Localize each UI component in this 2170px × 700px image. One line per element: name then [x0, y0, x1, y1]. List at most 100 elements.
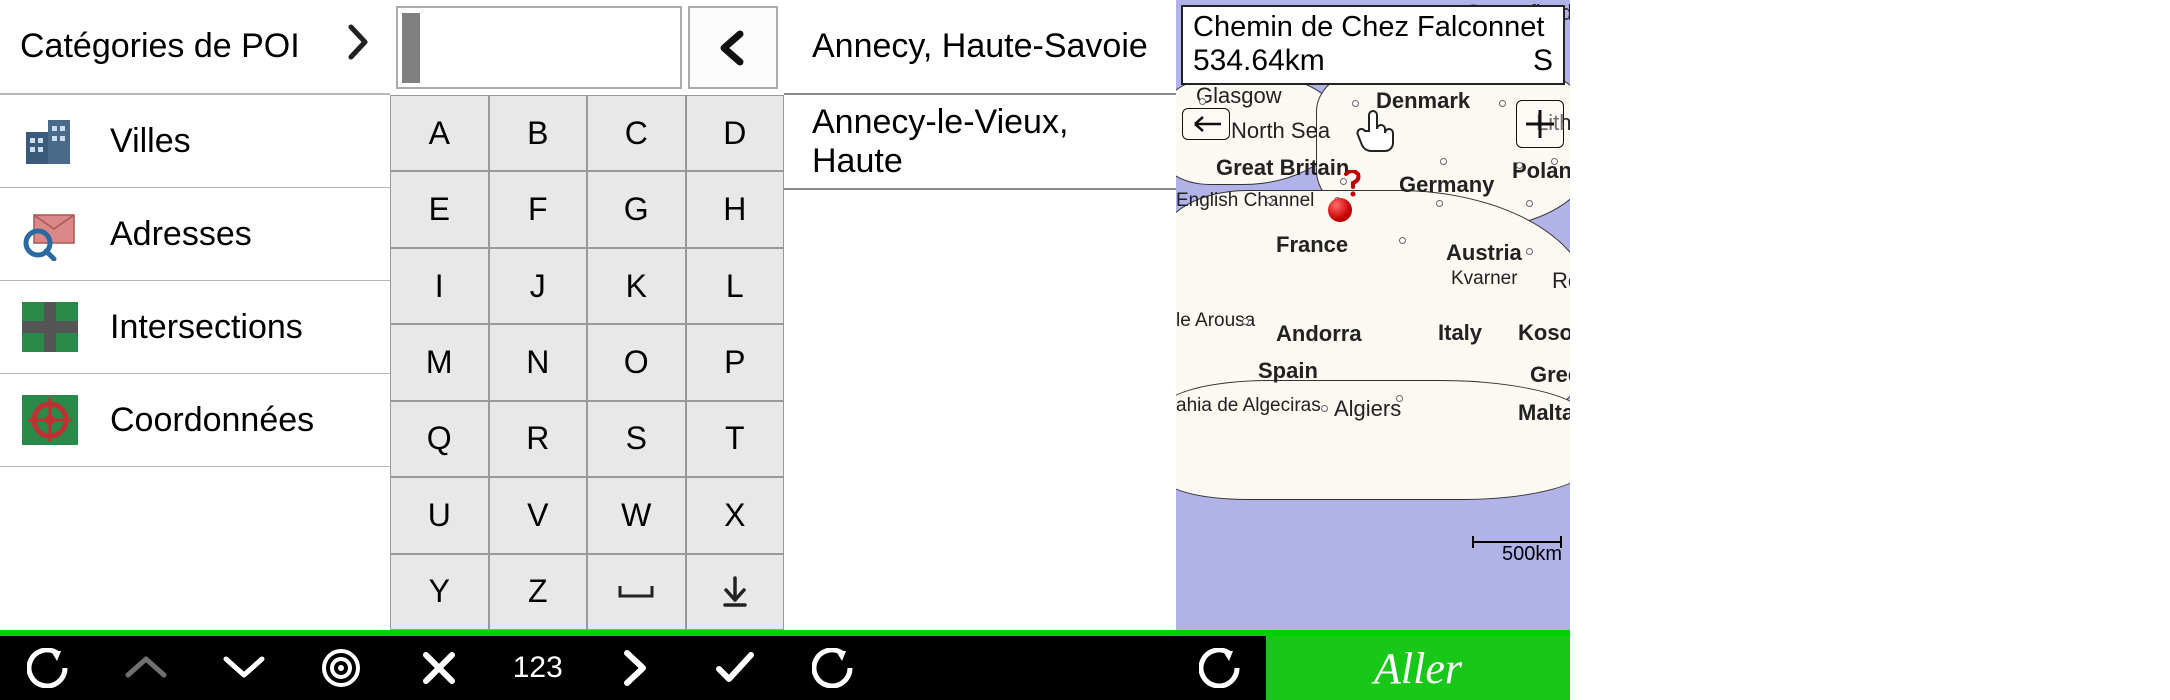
map-label: Gree: [1530, 362, 1570, 388]
key-J[interactable]: J: [489, 248, 588, 324]
destination-name: Chemin de Chez Falconnet: [1193, 11, 1553, 44]
key-E[interactable]: E: [390, 171, 489, 247]
pan-left-button[interactable]: [1182, 108, 1230, 140]
crossroad-icon: [20, 297, 80, 357]
map-canvas[interactable]: SognefjordenGlasgowDenmarkNorth SeaLithG…: [1176, 0, 1570, 636]
city-dot: [1199, 98, 1206, 105]
destination-bearing: S: [1533, 44, 1553, 79]
city-dot: [1499, 100, 1506, 107]
map-label: Spain: [1258, 358, 1318, 384]
buildings-icon: [20, 111, 80, 171]
key-C[interactable]: C: [587, 95, 686, 171]
result-item[interactable]: Annecy-le-Vieux, Haute: [784, 95, 1176, 190]
key-hide-keyboard[interactable]: [686, 554, 785, 630]
key-I[interactable]: I: [390, 248, 489, 324]
chevron-right-icon: [348, 24, 370, 69]
map-label: Germany: [1399, 172, 1494, 198]
destination-distance: 534.64km: [1193, 44, 1325, 79]
key-Q[interactable]: Q: [390, 401, 489, 477]
search-input[interactable]: [396, 6, 682, 89]
target-button[interactable]: [293, 636, 391, 700]
category-label: Intersections: [110, 308, 303, 347]
map-label: Glasgow: [1196, 83, 1282, 109]
result-item[interactable]: Annecy, Haute-Savoie: [784, 0, 1176, 95]
panel-map: SognefjordenGlasgowDenmarkNorth SeaLithG…: [1176, 0, 1570, 700]
key-V[interactable]: V: [489, 477, 588, 553]
map-label: Great Britain: [1216, 155, 1349, 181]
city-dot: [1399, 237, 1406, 244]
cancel-button[interactable]: [390, 636, 489, 700]
category-item-coords-target[interactable]: Coordonnées: [0, 374, 390, 467]
mode-toggle-button[interactable]: 123: [489, 636, 588, 700]
map-label: English Channel: [1176, 190, 1314, 212]
key-W[interactable]: W: [587, 477, 686, 553]
key-H[interactable]: H: [686, 171, 785, 247]
key-L[interactable]: L: [686, 248, 785, 324]
key-S[interactable]: S: [587, 401, 686, 477]
scroll-up-button[interactable]: [98, 636, 196, 700]
city-dot: [1321, 405, 1328, 412]
map-label: Malta: [1518, 400, 1570, 426]
city-dot: [1551, 158, 1558, 165]
key-P[interactable]: P: [686, 324, 785, 400]
key-T[interactable]: T: [686, 401, 785, 477]
key-G[interactable]: G: [587, 171, 686, 247]
city-dot: [1440, 158, 1447, 165]
key-Z[interactable]: Z: [489, 554, 588, 630]
key-A[interactable]: A: [390, 95, 489, 171]
map-label: Andorra: [1276, 321, 1362, 347]
key-O[interactable]: O: [587, 324, 686, 400]
key-space[interactable]: [587, 554, 686, 630]
map-label: Kvarner: [1451, 268, 1518, 290]
city-dot: [1516, 162, 1523, 169]
city-dot: [1396, 395, 1403, 402]
city-dot: [1266, 197, 1273, 204]
key-R[interactable]: R: [489, 401, 588, 477]
map-label: Austria: [1446, 240, 1522, 266]
results-footer: [784, 636, 1176, 700]
map-label: Rc: [1552, 268, 1570, 294]
category-item-buildings[interactable]: Villes: [0, 95, 390, 188]
key-U[interactable]: U: [390, 477, 489, 553]
map-info-box: Chemin de Chez Falconnet 534.64km S: [1181, 5, 1565, 85]
key-B[interactable]: B: [489, 95, 588, 171]
scroll-down-button[interactable]: [195, 636, 293, 700]
question-pin-icon: [1340, 170, 1364, 205]
category-item-crossroad[interactable]: Intersections: [0, 281, 390, 374]
key-M[interactable]: M: [390, 324, 489, 400]
city-dot: [1526, 200, 1533, 207]
hand-cursor-icon: [1354, 107, 1398, 162]
backspace-button[interactable]: [688, 6, 778, 89]
city-dot: [1436, 200, 1443, 207]
back-button[interactable]: [1176, 636, 1266, 700]
key-F[interactable]: F: [489, 171, 588, 247]
scale-bar: 500km: [1472, 541, 1562, 566]
keyboard-footer: 123: [390, 636, 784, 700]
category-label: Adresses: [110, 215, 252, 254]
map-label: Algiers: [1334, 396, 1401, 422]
key-K[interactable]: K: [587, 248, 686, 324]
coords-target-icon: [20, 390, 80, 450]
key-D[interactable]: D: [686, 95, 785, 171]
map-footer: Aller: [1176, 636, 1570, 700]
map-label: ahia de Algeciras: [1176, 395, 1321, 417]
next-button[interactable]: [587, 636, 686, 700]
map-label: North Sea: [1231, 118, 1330, 144]
footer-bar: [0, 636, 390, 700]
city-dot: [1242, 318, 1249, 325]
search-mail-icon: [20, 204, 80, 264]
category-item-search-mail[interactable]: Adresses: [0, 188, 390, 281]
categories-header[interactable]: Catégories de POI: [0, 0, 390, 95]
key-X[interactable]: X: [686, 477, 785, 553]
zoom-in-button[interactable]: [1516, 100, 1564, 148]
back-button[interactable]: [784, 636, 884, 700]
back-button[interactable]: [0, 636, 98, 700]
confirm-button[interactable]: [686, 636, 785, 700]
panel-keyboard: ABCD EFGH IJKL MNOP QRST UVWX YZ 123: [390, 0, 784, 700]
key-Y[interactable]: Y: [390, 554, 489, 630]
keyboard-grid: ABCD EFGH IJKL MNOP QRST UVWX YZ: [390, 95, 784, 630]
city-dot: [1526, 248, 1533, 255]
category-label: Coordonnées: [110, 401, 314, 440]
key-N[interactable]: N: [489, 324, 588, 400]
go-button[interactable]: Aller: [1266, 636, 1570, 700]
